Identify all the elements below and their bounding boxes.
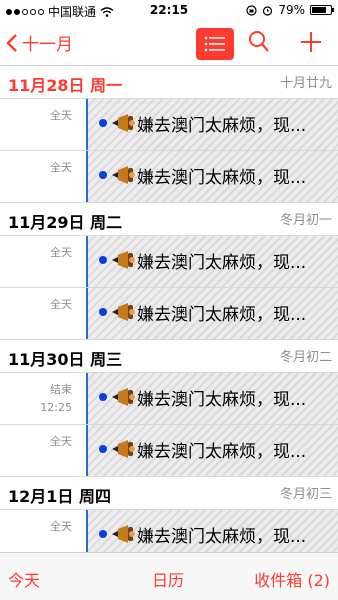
event-time: 全天	[50, 298, 72, 311]
event-row[interactable]: 结束 12:25 嫌去澳门太麻烦，现...	[0, 373, 338, 425]
event-row[interactable]: 全天嫌去澳门太麻烦，现...	[0, 510, 338, 552]
event-time: 全天	[50, 435, 72, 448]
horn-emoji-icon	[110, 164, 136, 186]
chevron-left-icon	[6, 33, 17, 52]
event-title: 嫌去澳门太麻烦，现...	[137, 168, 307, 188]
back-button[interactable]: 十一月	[6, 30, 73, 55]
search-button[interactable]	[248, 30, 270, 58]
event-list[interactable]: 11月28日 周一 十月廿九 全天 嫌去澳门太麻烦，现... 全天 嫌去澳门太麻烦，现..…	[0, 66, 338, 552]
inbox-button[interactable]: 收件箱 (2)	[254, 567, 330, 591]
horn-emoji-icon	[110, 438, 136, 460]
event-time: 全天	[50, 520, 72, 533]
event-row[interactable]: 全天嫌去澳门太麻烦，现...	[0, 151, 338, 203]
calendar-dot-icon	[99, 530, 107, 538]
event-time: 结束	[50, 383, 72, 396]
event-row[interactable]: 全天嫌去澳门太麻烦，现...	[0, 425, 338, 477]
status-right: 79%	[246, 3, 334, 17]
calendars-button[interactable]: 日历	[152, 567, 184, 591]
event-title: 嫌去澳门太麻烦，现...	[137, 390, 307, 410]
event-time-column: 全天	[0, 433, 72, 451]
rotation-lock-icon	[246, 4, 257, 16]
calendar-dot-icon	[99, 308, 107, 316]
event-title: 嫌去澳门太麻烦，现...	[137, 253, 307, 273]
event-title: 嫌去澳门太麻烦，现...	[137, 442, 307, 462]
horn-emoji-icon	[110, 523, 136, 545]
day-header: 12月1日 周四 冬月初三	[0, 477, 338, 510]
list-icon	[204, 36, 225, 52]
lunar-date: 冬月初三	[279, 487, 332, 502]
status-bar: 中国联通 22:15 79%	[0, 0, 338, 22]
event-time: 全天	[50, 109, 72, 122]
day-date: 12月1日 周四	[8, 487, 111, 506]
event-row[interactable]: 全天嫌去澳门太麻烦，现...	[0, 288, 338, 340]
day-header: 11月29日 周二 冬月初一	[0, 203, 338, 236]
calendar-dot-icon	[99, 393, 107, 401]
calendar-dot-icon	[99, 445, 107, 453]
event-time: 全天	[50, 161, 72, 174]
plus-icon	[301, 32, 321, 52]
event-time-column: 全天	[0, 107, 72, 125]
alarm-icon	[263, 5, 273, 16]
event-end-time: 12:25	[40, 401, 72, 414]
calendar-dot-icon	[99, 119, 107, 127]
tab-bar: 今天 日历 收件箱 (2)	[0, 552, 338, 600]
day-date: 11月29日 周二	[8, 213, 123, 232]
lunar-date: 十月廿九	[279, 76, 332, 91]
horn-emoji-icon	[110, 249, 136, 271]
horn-emoji-icon	[110, 386, 136, 408]
horn-emoji-icon	[110, 301, 136, 323]
event-title: 嫌去澳门太麻烦，现...	[137, 116, 307, 136]
list-view-button[interactable]	[196, 28, 234, 60]
battery-percent: 79%	[278, 3, 305, 17]
event-time: 全天	[50, 246, 72, 259]
lunar-date: 冬月初一	[279, 213, 332, 228]
battery-icon	[310, 5, 334, 15]
day-header: 11月30日 周三 冬月初二	[0, 340, 338, 373]
nav-bar: 十一月	[0, 22, 338, 66]
horn-emoji-icon	[110, 112, 136, 134]
day-header: 11月28日 周一 十月廿九	[0, 66, 338, 99]
calendar-dot-icon	[99, 171, 107, 179]
event-title: 嫌去澳门太麻烦，现...	[137, 305, 307, 325]
day-date: 11月28日 周一	[8, 76, 123, 95]
lunar-date: 冬月初二	[279, 350, 332, 365]
event-time-column: 全天	[0, 244, 72, 262]
event-time-column: 全天	[0, 296, 72, 314]
event-time-column: 全天	[0, 518, 72, 536]
event-time-column: 全天	[0, 159, 72, 177]
event-row[interactable]: 全天嫌去澳门太麻烦，现...	[0, 236, 338, 288]
calendar-dot-icon	[99, 256, 107, 264]
search-icon	[249, 31, 269, 52]
today-button[interactable]: 今天	[8, 567, 40, 591]
back-label: 十一月	[22, 35, 73, 55]
add-event-button[interactable]	[300, 30, 322, 58]
event-time-column: 结束 12:25	[0, 381, 72, 417]
event-row[interactable]: 全天嫌去澳门太麻烦，现...	[0, 99, 338, 151]
day-date: 11月30日 周三	[8, 350, 123, 369]
event-title: 嫌去澳门太麻烦，现...	[137, 527, 307, 547]
